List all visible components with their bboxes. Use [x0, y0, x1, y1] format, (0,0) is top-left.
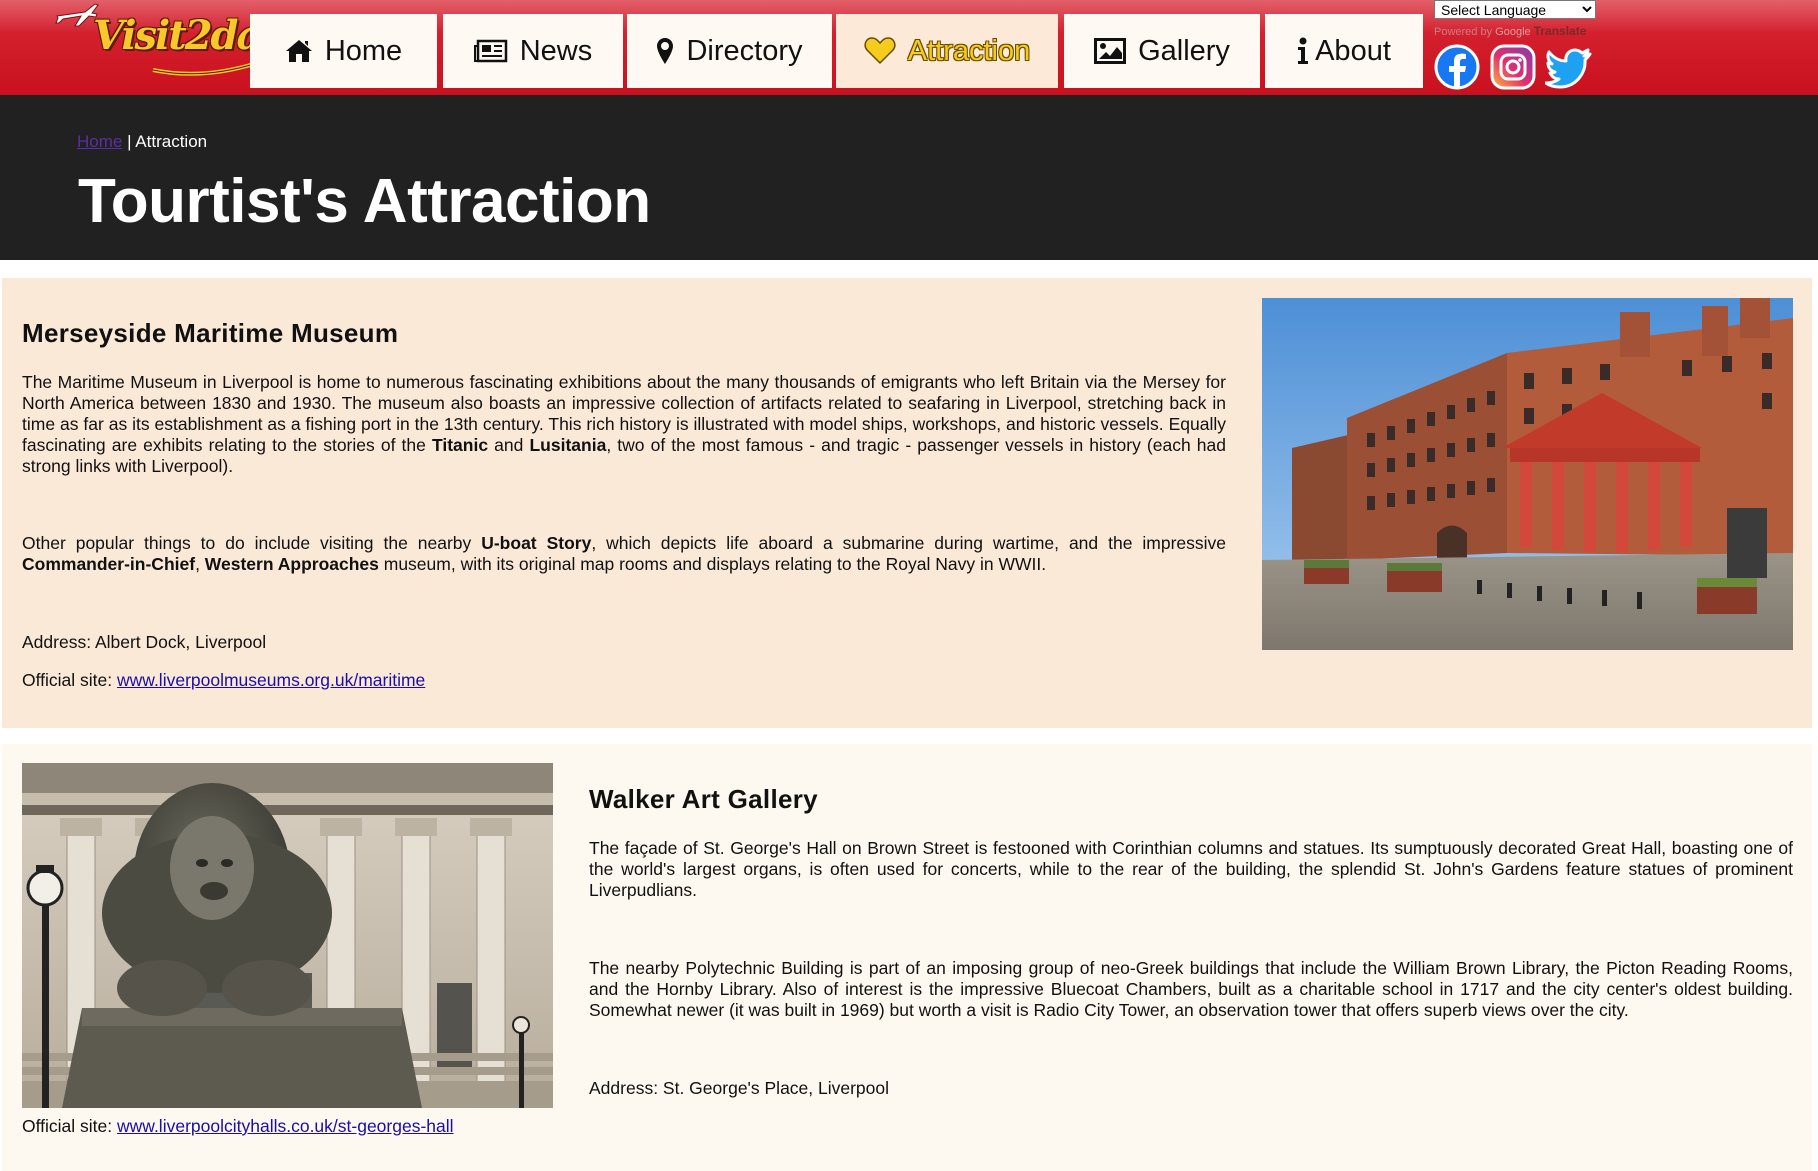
text-bold: Commander-in-Chief: [22, 554, 196, 574]
official-site-link[interactable]: www.liverpoolmuseums.org.uk/maritime: [117, 670, 425, 690]
attraction-description-2: Other popular things to do include visit…: [22, 533, 1226, 575]
nav-directory-label: Directory: [686, 34, 803, 67]
info-icon: [1298, 37, 1309, 64]
breadcrumb-current: Attraction: [135, 132, 208, 151]
twitter-icon[interactable]: [1545, 43, 1593, 91]
text-bold: U-boat Story: [481, 533, 592, 553]
text-bold: Titanic: [431, 435, 489, 455]
facebook-icon[interactable]: [1433, 43, 1481, 91]
image-icon: [1094, 38, 1127, 64]
google-logo-text: Google: [1495, 26, 1531, 38]
google-translate-credit: Powered by Google Translate: [1434, 24, 1586, 38]
walker-art-gallery-photo: [22, 763, 553, 1108]
attraction-title: Walker Art Gallery: [589, 784, 818, 814]
nav-news-label: News: [519, 34, 593, 67]
page-title: Tourtist's Attraction: [78, 167, 651, 236]
breadcrumb: Home | Attraction: [77, 132, 207, 152]
attraction-description: The façade of St. George's Hall on Brown…: [589, 838, 1793, 900]
maritime-museum-photo: [1262, 298, 1793, 650]
nav-home-label: Home: [324, 34, 403, 67]
attraction-address: Address: St. George's Place, Liverpool: [589, 1078, 890, 1098]
nav-directory[interactable]: Directory: [627, 14, 832, 88]
breadcrumb-home-link[interactable]: Home: [77, 132, 122, 151]
text-span: Other popular things to do include visit…: [22, 533, 482, 553]
instagram-icon[interactable]: [1489, 43, 1537, 91]
powered-by-text: Powered by: [1434, 26, 1493, 38]
attraction-title: Merseyside Maritime Museum: [22, 318, 399, 348]
nav-attraction-label: Attraction: [907, 34, 1031, 67]
attraction-address: Address: Albert Dock, Liverpool: [22, 632, 267, 652]
breadcrumb-separator: |: [122, 132, 136, 151]
attraction-description: The Maritime Museum in Liverpool is home…: [22, 372, 1226, 477]
attraction-official-site: Official site: www.liverpoolcityhalls.co…: [22, 1116, 454, 1137]
nav-attraction[interactable]: Attraction: [836, 14, 1058, 88]
attraction-official-site: Official site: www.liverpoolmuseums.org.…: [22, 670, 425, 691]
text-span: , which depicts life aboard a submarine …: [591, 533, 1227, 553]
heart-icon: [864, 37, 896, 65]
site-label: Official site:: [22, 1116, 117, 1136]
nav-home[interactable]: Home: [250, 14, 437, 88]
translate-link[interactable]: Translate: [1534, 24, 1587, 38]
language-select[interactable]: Select Language: [1434, 0, 1596, 19]
nav-about[interactable]: About: [1265, 14, 1423, 88]
nav-gallery[interactable]: Gallery: [1064, 14, 1260, 88]
map-marker-icon: [657, 38, 674, 64]
site-label: Official site:: [22, 670, 117, 690]
nav-gallery-label: Gallery: [1138, 34, 1230, 67]
official-site-link[interactable]: www.liverpoolcityhalls.co.uk/st-georges-…: [117, 1116, 454, 1136]
nav-about-label: About: [1315, 34, 1391, 67]
nav-news[interactable]: News: [443, 14, 623, 88]
site-header: Visit2day Home News Directory Attraction…: [0, 0, 1818, 95]
text-span: ,: [195, 554, 205, 574]
text-bold: Western Approaches: [204, 554, 379, 574]
text-span: museum, with its original map rooms and …: [378, 554, 1047, 574]
text-span: and: [488, 435, 530, 455]
text-bold: Lusitania: [529, 435, 607, 455]
site-logo[interactable]: Visit2day: [55, 0, 284, 80]
newspaper-icon: [473, 39, 507, 63]
home-icon: [285, 40, 312, 62]
attraction-description-2: The nearby Polytechnic Building is part …: [589, 958, 1793, 1020]
